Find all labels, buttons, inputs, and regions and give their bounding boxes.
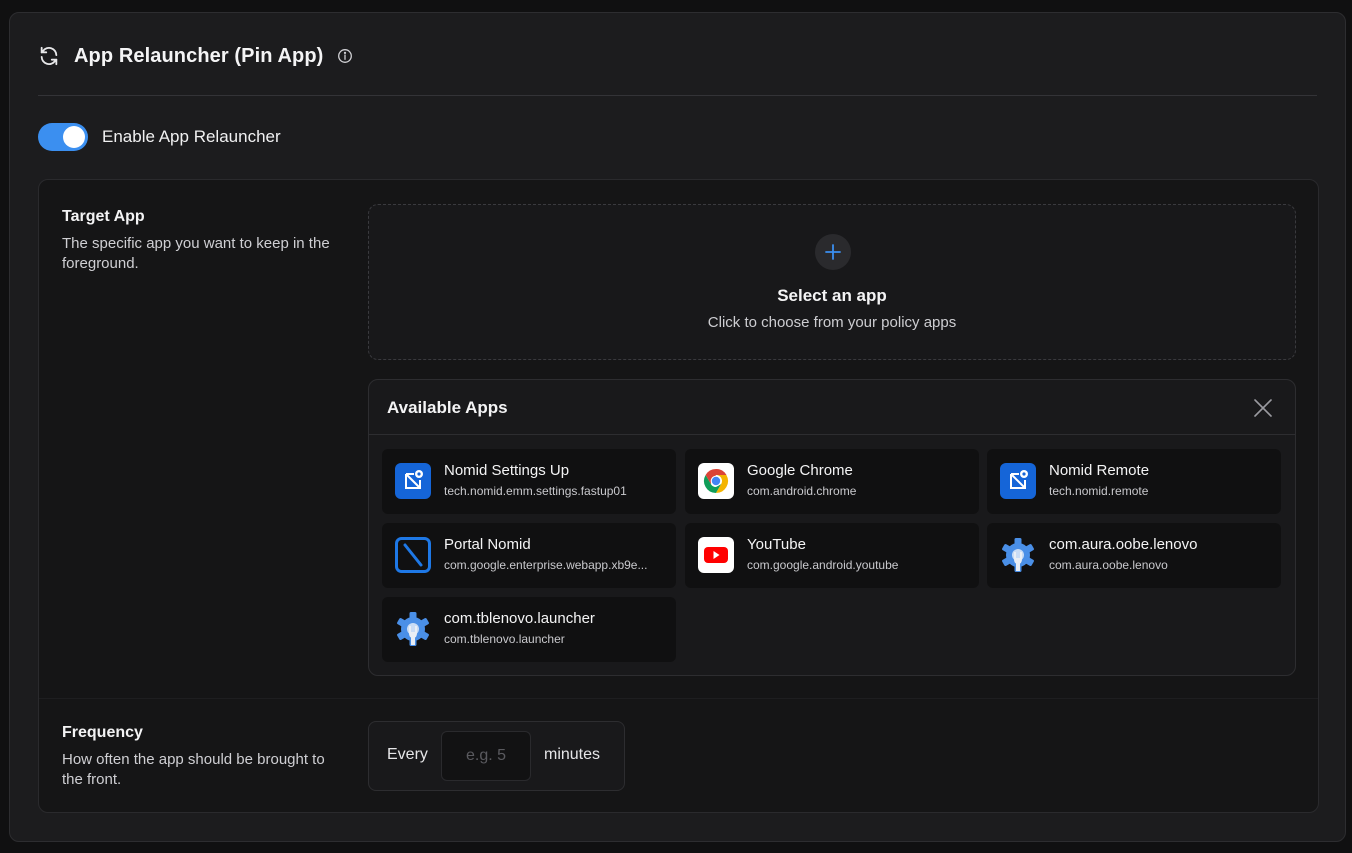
app-name: Nomid Remote [1049,462,1150,479]
available-apps-panel: Available Apps Nomid Settings Up tech.no… [368,379,1296,676]
app-tile-tblenovo-launcher[interactable]: com.tblenovo.launcher com.tblenovo.launc… [382,597,676,662]
select-app-subtitle: Click to choose from your policy apps [707,314,957,331]
app-tile-aura-oobe-lenovo[interactable]: com.aura.oobe.lenovo com.aura.oobe.lenov… [987,523,1281,588]
select-app-dropzone[interactable]: Select an app Click to choose from your … [368,204,1296,360]
target-app-title: Target App [62,208,145,225]
frequency-title: Frequency [62,724,143,741]
apps-divider [369,434,1295,435]
app-tile-nomid-remote[interactable]: Nomid Remote tech.nomid.remote [987,449,1281,514]
app-package: com.tblenovo.launcher [444,632,565,646]
enable-toggle-row: Enable App Relauncher [38,123,281,151]
app-name: YouTube [747,536,806,553]
app-tile-portal-nomid[interactable]: Portal Nomid com.google.enterprise.webap… [382,523,676,588]
portal-nomid-icon [395,537,431,573]
app-package: tech.nomid.remote [1049,484,1149,498]
chrome-icon [698,463,734,499]
enable-relauncher-toggle[interactable] [38,123,88,151]
header-divider [38,95,1317,96]
section-divider [39,698,1318,699]
app-name: com.aura.oobe.lenovo [1049,536,1198,553]
toggle-knob [63,126,85,148]
close-icon[interactable] [1253,398,1273,418]
app-relauncher-card: App Relauncher (Pin App) Enable App Rela… [9,12,1346,842]
app-package: com.android.chrome [747,484,857,498]
nomid-settings-icon [395,463,431,499]
android-settings-gear-icon [1002,538,1034,572]
app-tile-google-chrome[interactable]: Google Chrome com.android.chrome [685,449,979,514]
info-icon[interactable] [337,48,353,64]
app-package: com.google.enterprise.webapp.xb9e... [444,558,648,572]
frequency-prefix: Every [387,746,428,763]
app-name: Nomid Settings Up [444,462,570,479]
app-package: com.google.android.youtube [747,558,899,572]
plus-icon [825,244,841,260]
app-package: tech.nomid.emm.settings.fastup01 [444,484,627,498]
app-tile-youtube[interactable]: YouTube com.google.android.youtube [685,523,979,588]
app-package: com.aura.oobe.lenovo [1049,558,1168,572]
app-tile-nomid-settings-up[interactable]: Nomid Settings Up tech.nomid.emm.setting… [382,449,676,514]
settings-panel: Target App The specific app you want to … [38,179,1319,813]
frequency-control: Every minutes [368,721,625,791]
android-settings-gear-icon [397,612,429,646]
refresh-icon [40,46,58,66]
frequency-description: How often the app should be brought to t… [62,751,325,788]
page-title: App Relauncher (Pin App) [74,44,324,67]
app-name: Google Chrome [747,462,853,479]
app-name: com.tblenovo.launcher [444,610,595,627]
frequency-suffix: minutes [544,746,601,763]
card-header: App Relauncher (Pin App) [38,43,353,69]
app-name: Portal Nomid [444,536,531,553]
select-app-title: Select an app [777,286,887,305]
target-app-description: The specific app you want to keep in the… [62,235,330,272]
youtube-icon [698,537,734,573]
add-app-button[interactable] [815,234,851,270]
frequency-minutes-input[interactable] [441,731,531,781]
enable-relauncher-label: Enable App Relauncher [102,127,281,146]
nomid-remote-icon [1000,463,1036,499]
available-apps-title: Available Apps [387,398,508,417]
